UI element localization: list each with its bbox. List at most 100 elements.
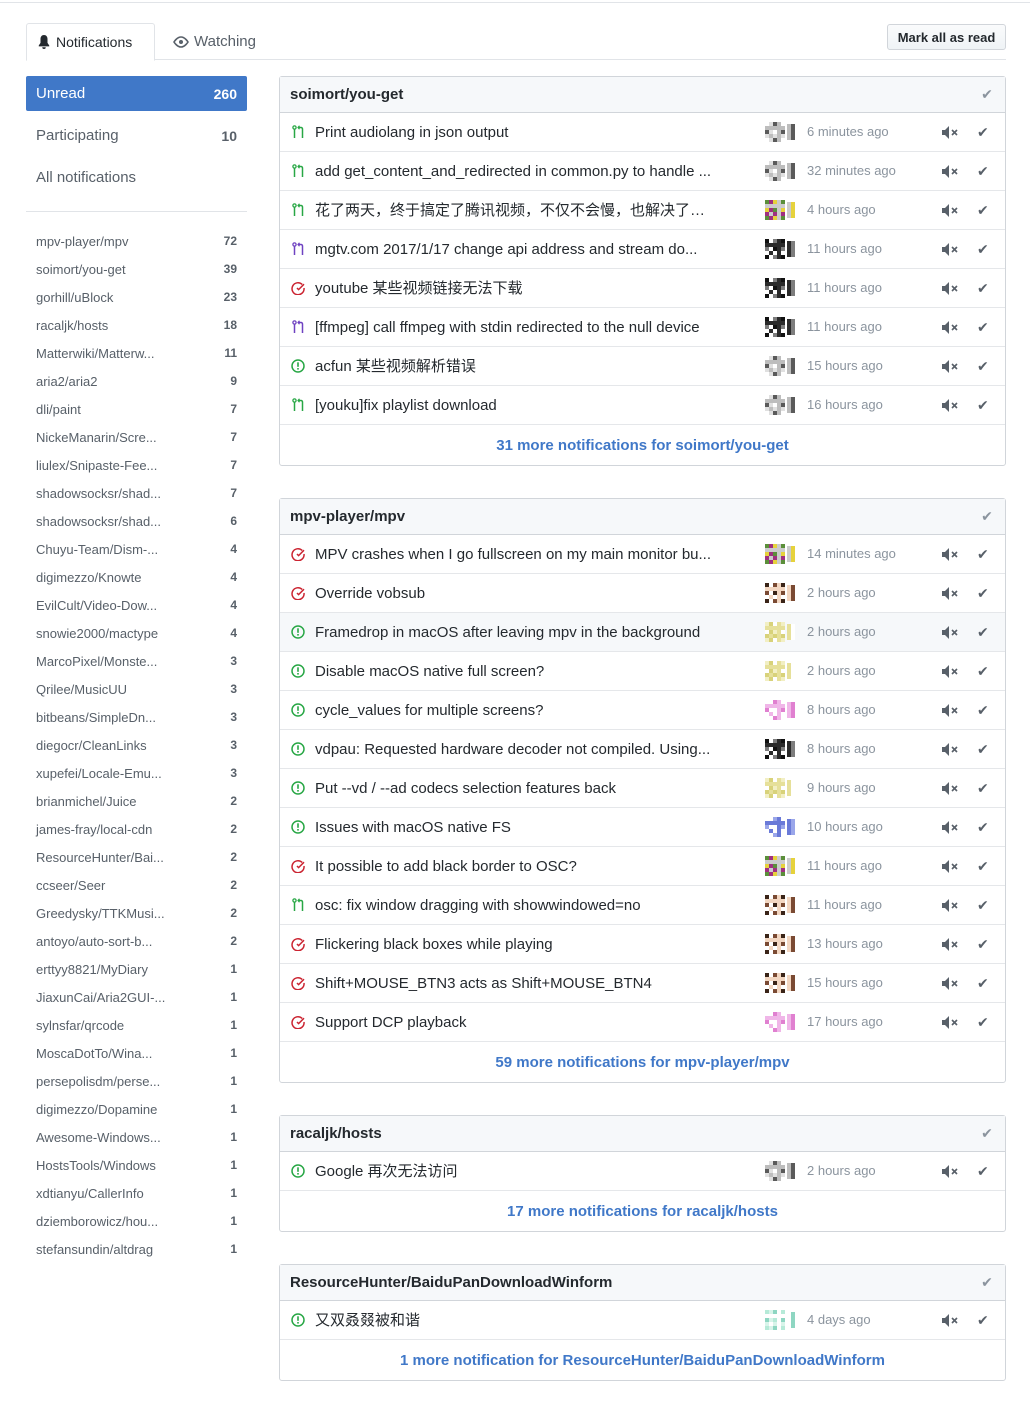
mark-read-icon[interactable]: ✔ — [977, 1014, 989, 1031]
avatar[interactable] — [765, 739, 797, 759]
repo-filter-item[interactable]: JiaxunCai/Aria2GUI-... 1 — [26, 983, 247, 1011]
mark-repo-read-icon[interactable]: ✔ — [979, 508, 995, 525]
avatar[interactable] — [765, 161, 797, 181]
mark-read-icon[interactable]: ✔ — [977, 936, 989, 953]
avatar[interactable] — [765, 856, 797, 876]
mark-read-icon[interactable]: ✔ — [977, 819, 989, 836]
repo-filter-item[interactable]: erttyy8821/MyDiary 1 — [26, 955, 247, 983]
mute-icon[interactable] — [941, 820, 958, 835]
mark-repo-read-icon[interactable]: ✔ — [979, 1274, 995, 1291]
repo-filter-item[interactable]: brianmichel/Juice 2 — [26, 787, 247, 815]
mute-icon[interactable] — [941, 164, 958, 179]
repo-filter-item[interactable]: james-fray/local-cdn 2 — [26, 815, 247, 843]
notification-title[interactable]: 又双叒叕被和谐 — [315, 1312, 720, 1330]
filter-unread[interactable]: Unread 260 — [26, 76, 247, 111]
mark-read-icon[interactable]: ✔ — [977, 585, 989, 602]
notification-title[interactable]: Disable macOS native full screen? — [315, 663, 720, 681]
mute-icon[interactable] — [941, 125, 958, 140]
mark-read-icon[interactable]: ✔ — [977, 663, 989, 680]
mark-read-icon[interactable]: ✔ — [977, 546, 989, 563]
notification-item[interactable]: MPV crashes when I go fullscreen on my m… — [280, 535, 1005, 574]
notification-item[interactable]: Support DCP playback 17 hours ago ✔ — [280, 1003, 1005, 1042]
repo-filter-item[interactable]: mpv-player/mpv 72 — [26, 227, 247, 255]
mute-icon[interactable] — [941, 703, 958, 718]
notification-title[interactable]: Print audiolang in json output — [315, 124, 720, 142]
notification-title[interactable]: cycle_values for multiple screens? — [315, 702, 720, 720]
group-repo-link[interactable]: soimort/you-get — [290, 86, 403, 103]
mute-icon[interactable] — [941, 937, 958, 952]
avatar[interactable] — [765, 1161, 797, 1181]
repo-filter-item[interactable]: EvilCult/Video-Dow... 4 — [26, 591, 247, 619]
tab-watching[interactable]: Watching — [163, 23, 266, 60]
mute-icon[interactable] — [941, 742, 958, 757]
mark-read-icon[interactable]: ✔ — [977, 741, 989, 758]
avatar[interactable] — [765, 356, 797, 376]
avatar[interactable] — [765, 661, 797, 681]
avatar[interactable] — [765, 700, 797, 720]
more-notifications-link[interactable]: 31 more notifications for soimort/you-ge… — [280, 425, 1005, 465]
notification-item[interactable]: Shift+MOUSE_BTN3 acts as Shift+MOUSE_BTN… — [280, 964, 1005, 1003]
mute-icon[interactable] — [941, 859, 958, 874]
repo-filter-item[interactable]: Greedysky/TTKMusi... 2 — [26, 899, 247, 927]
notification-item[interactable]: 花了两天，终于搞定了腾讯视频，不仅不会慢，也解决了之前... 4 hours ag… — [280, 191, 1005, 230]
avatar[interactable] — [765, 895, 797, 915]
notification-item[interactable]: mgtv.com 2017/1/17 change api address an… — [280, 230, 1005, 269]
mute-icon[interactable] — [941, 203, 958, 218]
mark-read-icon[interactable]: ✔ — [977, 975, 989, 992]
notification-title[interactable]: Framedrop in macOS after leaving mpv in … — [315, 624, 720, 642]
avatar[interactable] — [765, 817, 797, 837]
mark-read-icon[interactable]: ✔ — [977, 124, 989, 141]
mute-icon[interactable] — [941, 898, 958, 913]
repo-filter-item[interactable]: persepolisdm/perse... 1 — [26, 1067, 247, 1095]
mark-read-icon[interactable]: ✔ — [977, 702, 989, 719]
repo-filter-item[interactable]: dli/paint 7 — [26, 395, 247, 423]
tab-notifications[interactable]: Notifications — [26, 23, 155, 61]
mark-read-icon[interactable]: ✔ — [977, 202, 989, 219]
mark-read-icon[interactable]: ✔ — [977, 1312, 989, 1329]
avatar[interactable] — [765, 239, 797, 259]
avatar[interactable] — [765, 122, 797, 142]
notification-title[interactable]: add get_content_and_redirected in common… — [315, 163, 720, 181]
notification-title[interactable]: Issues with macOS native FS — [315, 819, 720, 837]
mark-read-icon[interactable]: ✔ — [977, 897, 989, 914]
notification-item[interactable]: Flickering black boxes while playing 13 h… — [280, 925, 1005, 964]
notification-item[interactable]: Disable macOS native full screen? 2 hours… — [280, 652, 1005, 691]
mute-icon[interactable] — [941, 320, 958, 335]
avatar[interactable] — [765, 544, 797, 564]
repo-filter-item[interactable]: stefansundin/altdrag 1 — [26, 1235, 247, 1263]
repo-filter-item[interactable]: Qrilee/MusicUU 3 — [26, 675, 247, 703]
mute-icon[interactable] — [941, 976, 958, 991]
repo-filter-item[interactable]: xdtianyu/CallerInfo 1 — [26, 1179, 247, 1207]
repo-filter-item[interactable]: Awesome-Windows... 1 — [26, 1123, 247, 1151]
mute-icon[interactable] — [941, 1313, 958, 1328]
notification-item[interactable]: youtube 某些视频链接无法下载 11 hours ago ✔ — [280, 269, 1005, 308]
notification-item[interactable]: 又双叒叕被和谐 4 days ago ✔ — [280, 1301, 1005, 1340]
repo-filter-item[interactable]: MarcoPixel/Monste... 3 — [26, 647, 247, 675]
notification-item[interactable]: cycle_values for multiple screens? 8 hour… — [280, 691, 1005, 730]
notification-title[interactable]: Flickering black boxes while playing — [315, 936, 720, 954]
repo-filter-item[interactable]: MoscaDotTo/Wina... 1 — [26, 1039, 247, 1067]
notification-item[interactable]: Print audiolang in json output 6 minutes … — [280, 113, 1005, 152]
avatar[interactable] — [765, 317, 797, 337]
avatar[interactable] — [765, 278, 797, 298]
notification-item[interactable]: Put --vd / --ad codecs selection feature… — [280, 769, 1005, 808]
notification-title[interactable]: osc: fix window dragging with showwindow… — [315, 897, 720, 915]
more-notifications-link[interactable]: 59 more notifications for mpv-player/mpv — [280, 1042, 1005, 1082]
notification-item[interactable]: [youku]fix playlist download 16 hours ago… — [280, 386, 1005, 425]
mark-repo-read-icon[interactable]: ✔ — [979, 86, 995, 103]
notification-title[interactable]: Support DCP playback — [315, 1014, 720, 1032]
notification-item[interactable]: vdpau: Requested hardware decoder not co… — [280, 730, 1005, 769]
notification-item[interactable]: It possible to add black border to OSC? 1… — [280, 847, 1005, 886]
mute-icon[interactable] — [941, 1164, 958, 1179]
mark-repo-read-icon[interactable]: ✔ — [979, 1125, 995, 1142]
repo-filter-item[interactable]: NickeManarin/Scre... 7 — [26, 423, 247, 451]
notification-item[interactable]: osc: fix window dragging with showwindow… — [280, 886, 1005, 925]
mark-read-icon[interactable]: ✔ — [977, 858, 989, 875]
more-notifications-link[interactable]: 17 more notifications for racaljk/hosts — [280, 1191, 1005, 1231]
avatar[interactable] — [765, 778, 797, 798]
mark-read-icon[interactable]: ✔ — [977, 319, 989, 336]
repo-filter-item[interactable]: aria2/aria2 9 — [26, 367, 247, 395]
mute-icon[interactable] — [941, 281, 958, 296]
notification-title[interactable]: youtube 某些视频链接无法下载 — [315, 280, 720, 298]
notification-title[interactable]: It possible to add black border to OSC? — [315, 858, 720, 876]
